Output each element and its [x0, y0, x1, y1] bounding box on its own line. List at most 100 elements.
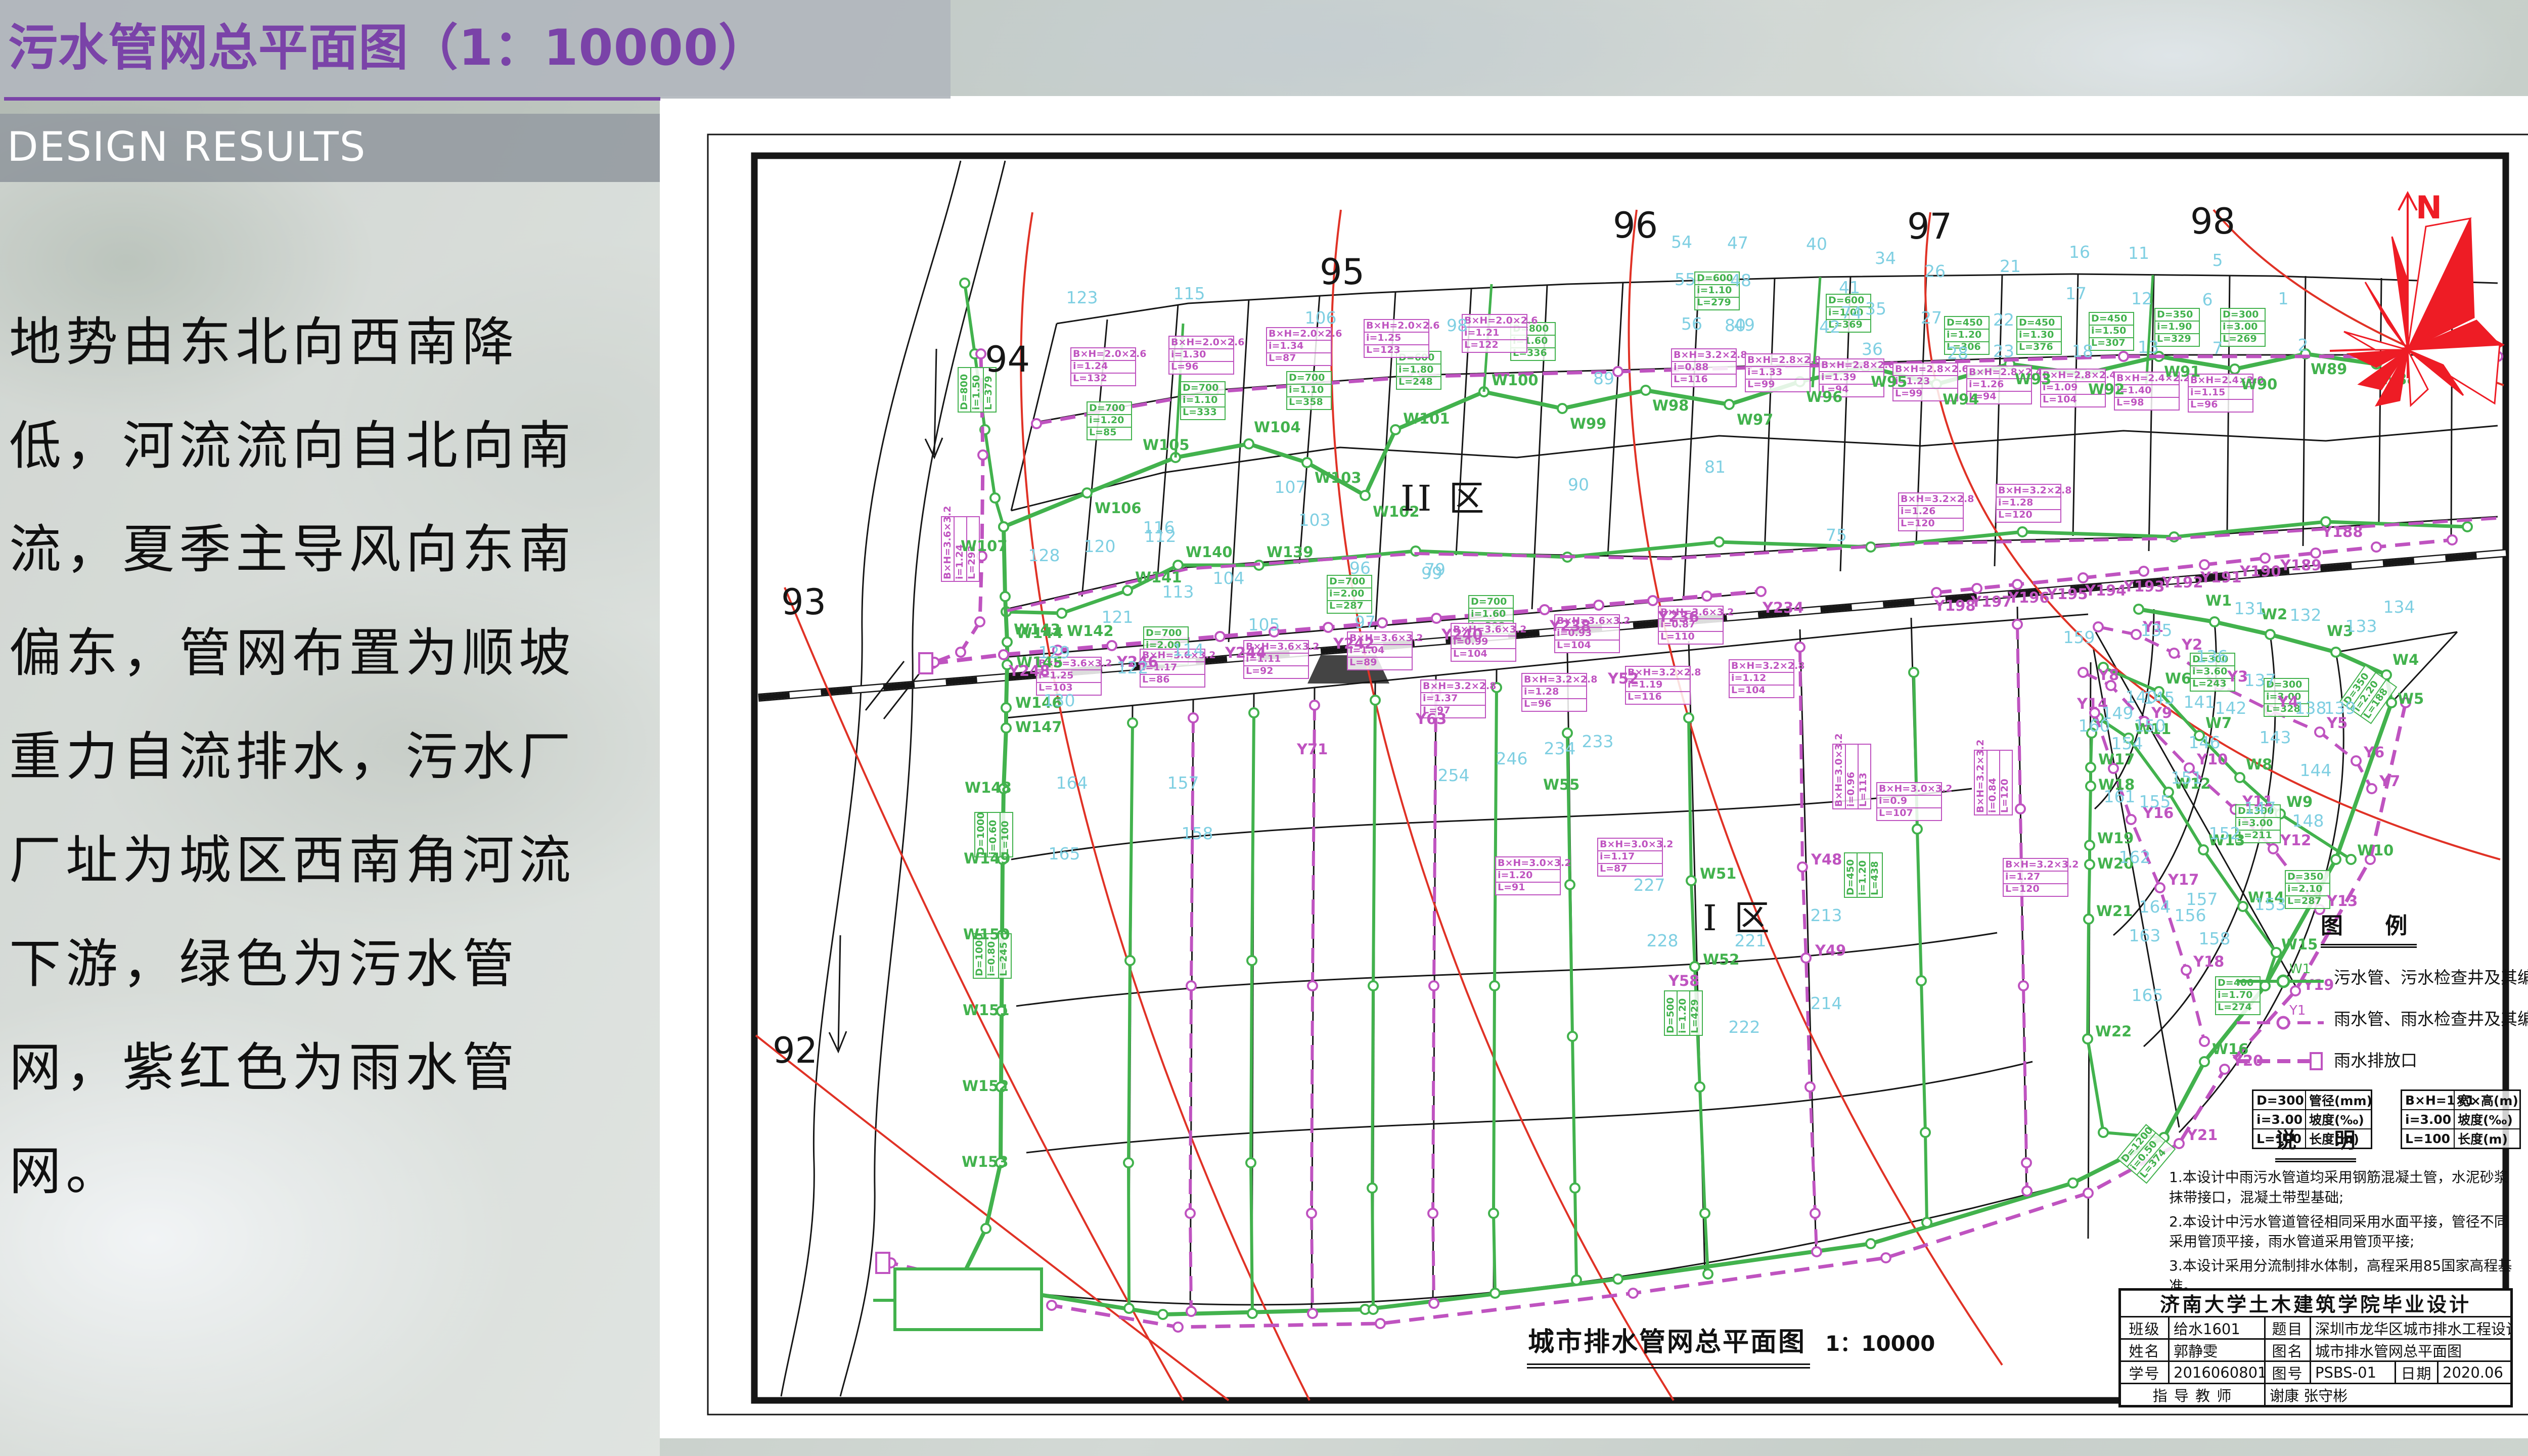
block-number: 158: [2199, 929, 2231, 948]
manhole-label: Y18: [2193, 953, 2224, 970]
block-number: 165: [2132, 985, 2163, 1005]
storm-manhole: [2182, 966, 2191, 975]
notes-title: 说 明: [2275, 1123, 2356, 1162]
svg-text:L=110: L=110: [1660, 631, 1695, 642]
contour-label: 96: [1613, 205, 1658, 246]
sewer-manhole: [1391, 425, 1400, 434]
sewer-manhole: [2134, 605, 2143, 614]
svg-text:B×H=3.6×3.2: B×H=3.6×3.2: [942, 506, 953, 579]
block-number: 112: [1145, 526, 1177, 546]
svg-text:i=1.17: i=1.17: [1600, 851, 1635, 862]
sewer-manhole: [2199, 845, 2208, 854]
svg-text:L=438: L=438: [1869, 861, 1880, 895]
svg-text:i=2.10: i=2.10: [2287, 883, 2322, 894]
sewer-manhole: [1866, 1239, 1875, 1248]
storm-manhole: [1432, 614, 1441, 623]
svg-text:i=0.80: i=0.80: [986, 941, 997, 976]
manhole-label: W51: [1700, 865, 1736, 882]
sewer-manhole: [2086, 782, 2095, 791]
manhole-label: Y58: [1668, 972, 1699, 989]
manhole-label: W19: [2097, 830, 2134, 847]
svg-text:B×H=3.2×2.8: B×H=3.2×2.8: [1998, 485, 2071, 496]
svg-text:i=1.25: i=1.25: [1366, 332, 1401, 343]
sewer-data-box: D=450i=1.30L=376: [2017, 316, 2061, 354]
block-number: 106: [1305, 308, 1337, 328]
svg-text:D=700: D=700: [1183, 382, 1218, 393]
sewer-manhole: [2200, 1057, 2209, 1066]
sewer-manhole: [1302, 458, 1312, 467]
legend-item-outfall: 雨水排放口: [2235, 1046, 2518, 1072]
manhole-label: W99: [1570, 415, 1606, 432]
manhole-label: W52: [1703, 951, 1739, 968]
manhole-label: W8: [2246, 756, 2272, 773]
sewer-manhole: [1123, 586, 1132, 595]
svg-text:L=379: L=379: [983, 376, 994, 410]
svg-text:L=98: L=98: [2116, 397, 2144, 408]
sewer-manhole: [2099, 1128, 2108, 1137]
contour-label: 92: [773, 1030, 818, 1071]
sewer-manhole: [1922, 1218, 1931, 1227]
storm-manhole: [2013, 580, 2022, 589]
storm-manhole: [2155, 883, 2164, 892]
svg-text:D=800: D=800: [959, 374, 970, 410]
storm-manhole: [2119, 352, 2128, 361]
manhole-label: W147: [1015, 718, 1062, 736]
sewer-manhole: [1714, 537, 1724, 547]
svg-text:i=1.33: i=1.33: [1747, 367, 1782, 378]
note-2: 2.本设计中污水管道管径相同采用水面平接，管径不同采用管顶平接，雨水管道采用管顶…: [2169, 1212, 2518, 1252]
manhole-label: Y195: [2046, 585, 2088, 603]
manhole-label: Y198: [1934, 597, 1976, 614]
sewer-manhole: [2085, 860, 2094, 869]
storm-outfall: [919, 653, 932, 673]
block-number: 18: [2072, 341, 2093, 361]
storm-manhole: [1215, 632, 1225, 641]
page-title: 污水管网总平面图（1：10000）: [8, 0, 949, 97]
svg-text:B×H=3.2×3.2: B×H=3.2×3.2: [2005, 859, 2079, 870]
manhole-label: W1: [2205, 592, 2232, 609]
storm-manhole: [2200, 1037, 2209, 1046]
svg-text:L=96: L=96: [1171, 361, 1198, 372]
svg-text:i=1.27: i=1.27: [2005, 871, 2040, 882]
storm-manhole: [1189, 713, 1198, 722]
manhole-label: W9: [2286, 793, 2313, 810]
storm-manhole: [2367, 784, 2376, 793]
svg-text:i=1.28: i=1.28: [1998, 497, 2033, 508]
svg-text:i=1.26: i=1.26: [1901, 506, 1935, 517]
svg-text:L=87: L=87: [1269, 352, 1296, 363]
storm-manhole: [978, 450, 987, 460]
block-number: 107: [1275, 477, 1306, 497]
svg-text:D=700: D=700: [1146, 627, 1182, 639]
manhole-label: W93: [2015, 371, 2051, 388]
manhole-label: Y71: [1296, 741, 1328, 758]
block-number: 143: [2260, 727, 2291, 747]
block-number: 13: [2138, 337, 2159, 357]
manhole-label: Y238: [1549, 617, 1591, 634]
titleblock-row-class: 班级 给水1601 题目 深圳市龙华区城市排水工程设计: [2121, 1317, 2510, 1340]
block-number: 121: [1102, 607, 1134, 627]
storm-manhole: [2139, 567, 2148, 576]
block-number: 162: [2119, 847, 2151, 867]
storm-manhole: [1308, 1309, 1317, 1318]
storm-manhole: [2315, 727, 2324, 737]
block-number: 161: [2104, 787, 2136, 806]
svg-text:i=1.28: i=1.28: [1524, 686, 1559, 697]
svg-text:L=132: L=132: [1073, 373, 1107, 384]
svg-text:L=104: L=104: [1453, 648, 1487, 659]
sewer-manhole: [2235, 773, 2244, 782]
storm-manhole: [2352, 756, 2361, 765]
svg-text:i=1.21: i=1.21: [1464, 327, 1499, 338]
sewer-data-box: D=700i=2.00L=287: [1327, 575, 1372, 613]
sewer-manhole: [1909, 668, 1918, 677]
manhole-label: Y240: [1441, 626, 1483, 643]
block-number: 148: [2292, 811, 2324, 831]
block-number: 222: [1729, 1017, 1760, 1037]
sewer-manhole: [1690, 962, 1699, 971]
block-number: 114: [1172, 640, 1204, 660]
svg-text:L=92: L=92: [1246, 665, 1273, 676]
svg-text:D=700: D=700: [1089, 402, 1125, 414]
block-number: 40: [1806, 234, 1827, 254]
manhole-label: W97: [1737, 411, 1773, 428]
svg-text:L=116: L=116: [1628, 691, 1662, 702]
sewer-manhole: [1158, 1310, 1167, 1319]
manhole-label: Y189: [2280, 557, 2322, 574]
